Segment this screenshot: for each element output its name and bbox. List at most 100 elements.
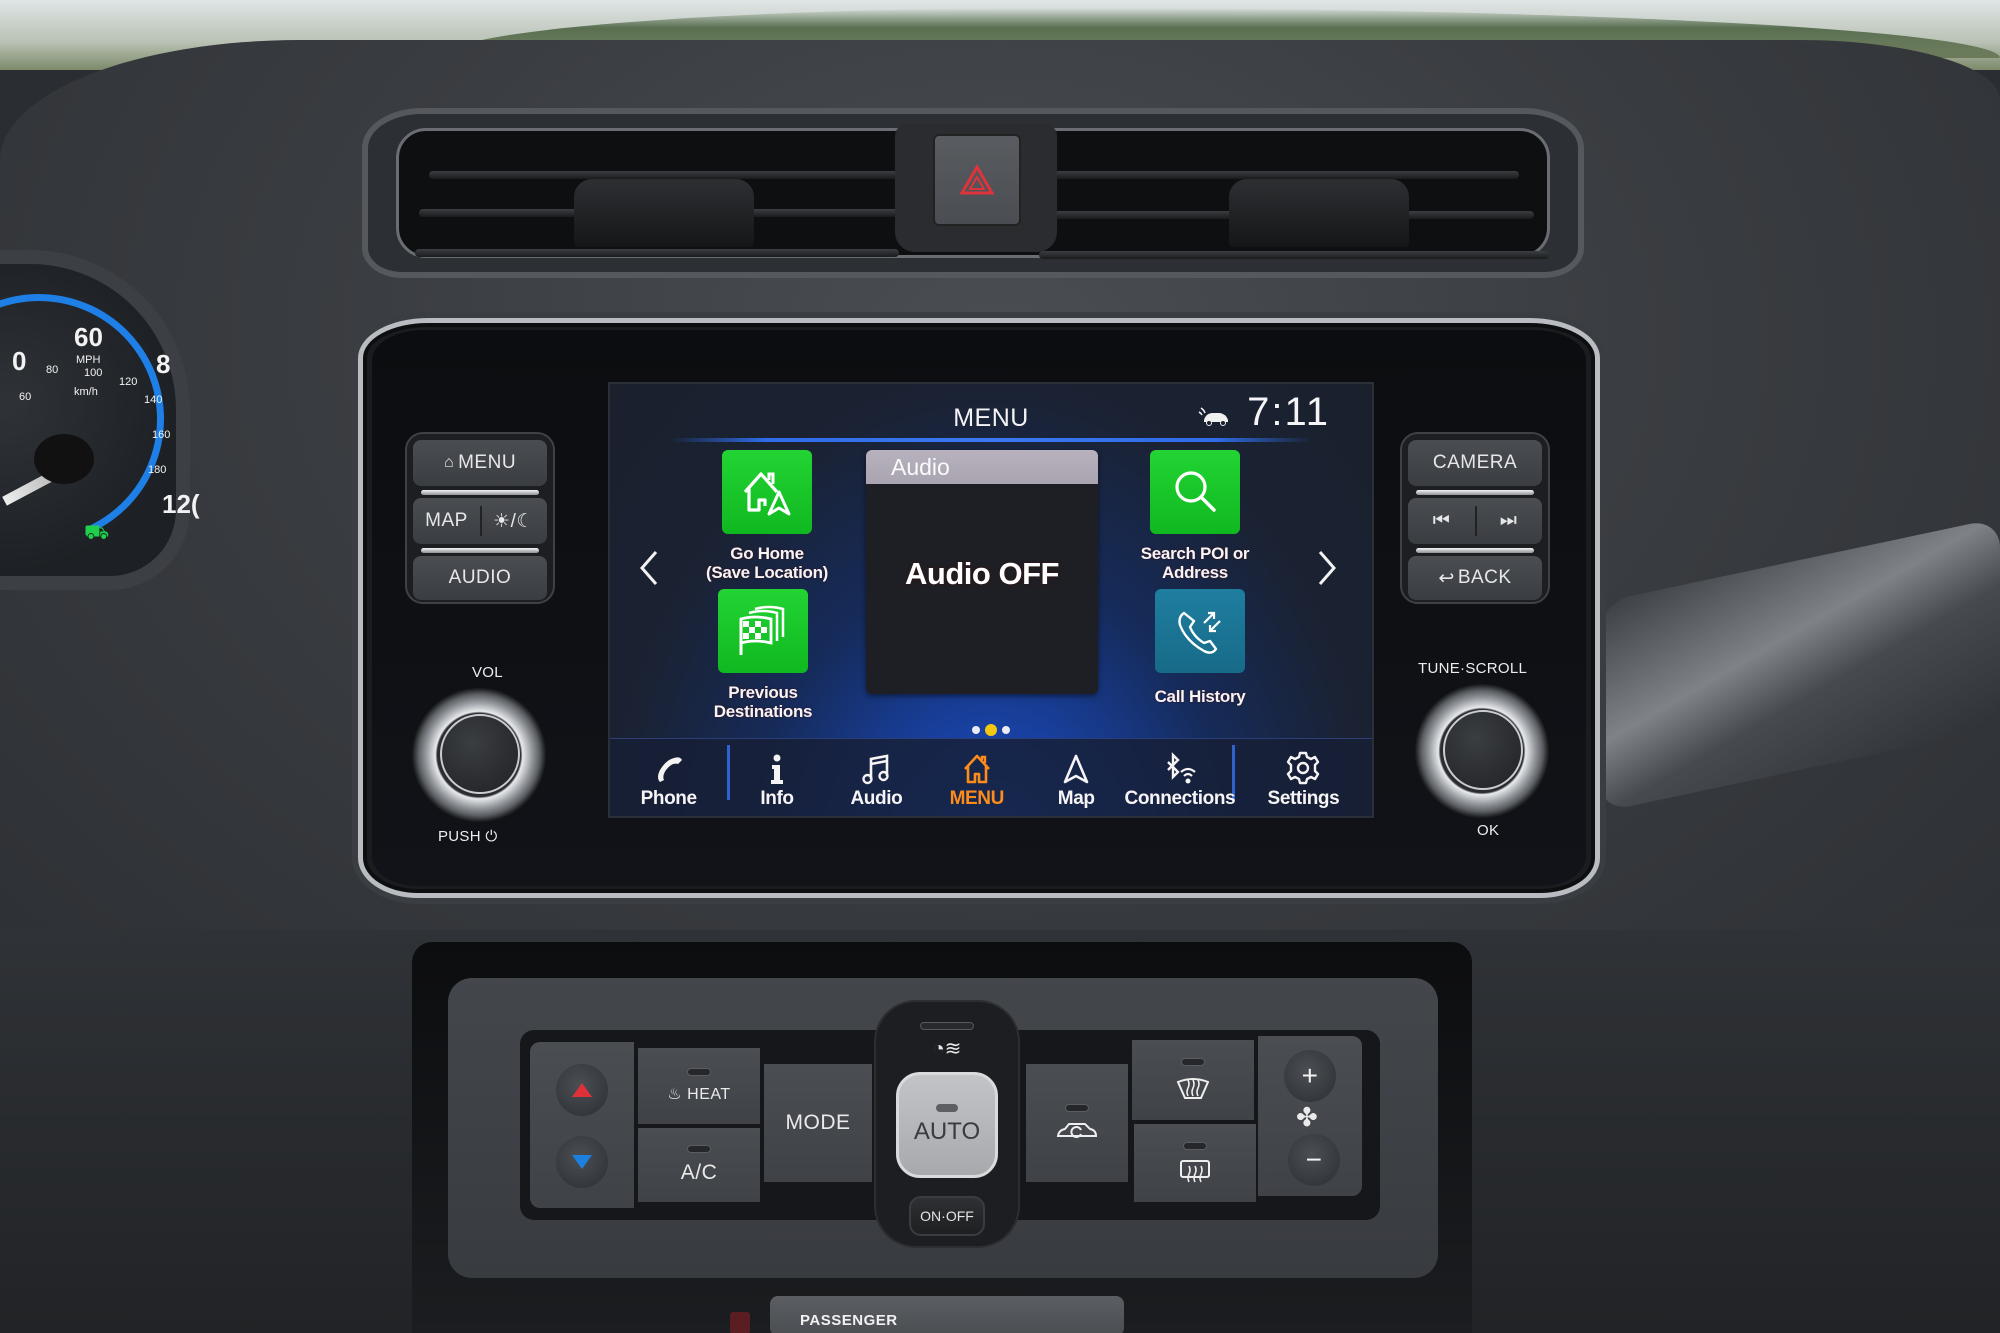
- bar-label: Connections: [1124, 788, 1236, 809]
- call-history-label: Call History: [1115, 687, 1285, 706]
- hw-back-button[interactable]: ↩ BACK: [1408, 556, 1542, 600]
- bar-item-settings[interactable]: Settings: [1235, 739, 1372, 816]
- vent-slat: [1039, 251, 1549, 259]
- temp-down-button[interactable]: [556, 1136, 608, 1188]
- hw-next-track-button[interactable]: ⏭: [1475, 498, 1542, 544]
- search-poi-icon-box: [1150, 450, 1240, 534]
- right-button-group: CAMERA ⏮ ⏭ ↩ BACK: [1400, 432, 1550, 604]
- page-dot-2-active[interactable]: [985, 724, 997, 736]
- go-home-icon-box: [722, 450, 812, 534]
- page-indicator: [610, 724, 1372, 736]
- recirculation-led: [1065, 1104, 1089, 1112]
- search-icon: [1175, 471, 1216, 512]
- chevron-right-icon: [1318, 551, 1336, 585]
- kmh-tick: 60: [19, 391, 32, 403]
- chevron-left-icon: [640, 551, 658, 585]
- needle-hub: [34, 434, 94, 484]
- mode-label: MODE: [785, 1111, 851, 1134]
- hw-audio-label: AUDIO: [448, 567, 512, 588]
- vent-adjuster-right[interactable]: [1229, 179, 1409, 247]
- climate-on-off-button[interactable]: ON·OFF: [909, 1196, 985, 1236]
- mode-button[interactable]: MODE: [764, 1064, 872, 1182]
- bar-item-audio[interactable]: Audio: [824, 739, 929, 816]
- label-line: (Save Location): [705, 563, 829, 582]
- temp-up-button[interactable]: [556, 1064, 608, 1116]
- kmh-tick: 180: [148, 464, 167, 476]
- bar-item-info[interactable]: Info: [730, 739, 823, 816]
- page-dot-3[interactable]: [1002, 726, 1010, 734]
- triangle-down-icon: [572, 1155, 592, 1169]
- vent-slat: [1039, 171, 1519, 179]
- tile-search-poi[interactable]: Search POI or Address: [1110, 450, 1280, 582]
- max-defrost-led: [920, 1022, 974, 1030]
- page-prev-button[interactable]: [632, 544, 666, 592]
- tune-scroll-knob[interactable]: [1415, 684, 1549, 818]
- tile-previous-destinations[interactable]: Previous Destinations: [678, 589, 848, 721]
- rear-defrost-button[interactable]: [1134, 1124, 1256, 1202]
- bar-label: Map: [1057, 788, 1095, 809]
- volume-knob[interactable]: [412, 688, 546, 822]
- passenger-airbag-indicator: PASSENGER: [770, 1296, 1124, 1333]
- hw-menu-label: MENU: [458, 452, 517, 473]
- bluetooth-wifi-icon: [1167, 752, 1196, 784]
- hw-map-button[interactable]: MAP: [413, 498, 480, 544]
- recirculation-button[interactable]: [1026, 1064, 1128, 1182]
- fan-decrease-button[interactable]: −: [1288, 1134, 1340, 1186]
- heat-button[interactable]: ♨ HEAT: [638, 1048, 760, 1124]
- auto-button[interactable]: AUTO: [896, 1072, 998, 1178]
- navigation-arrow-icon: [1063, 754, 1089, 784]
- bar-label: Settings: [1267, 788, 1340, 809]
- auto-indicator-led: [936, 1104, 958, 1112]
- tile-call-history[interactable]: Call History: [1115, 589, 1285, 706]
- label-line: Previous: [728, 683, 798, 702]
- back-arrow-icon: ↩: [1438, 567, 1455, 589]
- kmh-tick: 80: [46, 364, 59, 376]
- front-defrost-led: [1181, 1058, 1205, 1066]
- heat-wave-icon: ♨: [667, 1086, 683, 1103]
- max-defrost-button[interactable]: ◔≋: [924, 1036, 970, 1066]
- tile-go-home[interactable]: Go Home (Save Location): [682, 450, 852, 582]
- triangle-up-icon: [572, 1083, 592, 1097]
- bar-label: Phone: [640, 788, 697, 809]
- hw-menu-button[interactable]: ⌂ MENU: [413, 440, 547, 486]
- home-icon: ⌂: [443, 454, 455, 471]
- volume-knob-cap[interactable]: [440, 714, 520, 794]
- hw-map-label: MAP: [425, 510, 468, 531]
- fan-increase-button[interactable]: +: [1284, 1050, 1336, 1102]
- bar-item-phone[interactable]: Phone: [610, 739, 727, 816]
- vent-adjuster-left[interactable]: [574, 179, 754, 247]
- checkered-flags-icon: [739, 605, 785, 655]
- fan-icon: ✤: [1296, 1102, 1319, 1132]
- passenger-airbag-lamp: [730, 1312, 750, 1333]
- front-defrost-button[interactable]: [1132, 1040, 1254, 1120]
- home-navigate-icon: [743, 472, 791, 516]
- ac-indicator-led: [687, 1145, 711, 1153]
- search-poi-label: Search POI or Address: [1110, 544, 1280, 582]
- ac-button[interactable]: A/C: [638, 1128, 760, 1202]
- bar-label: Info: [760, 788, 794, 809]
- hw-prev-track-button[interactable]: ⏮: [1408, 498, 1475, 544]
- music-note-icon: [862, 754, 890, 785]
- bar-item-map[interactable]: Map: [1024, 739, 1127, 816]
- push-power-label: PUSH ⏻: [438, 828, 498, 845]
- hw-camera-button[interactable]: CAMERA: [1408, 440, 1542, 486]
- audio-status: Audio OFF: [905, 556, 1059, 591]
- clock: 7:11: [1247, 390, 1330, 434]
- minus-icon: −: [1305, 1144, 1323, 1175]
- page-next-button[interactable]: [1310, 544, 1344, 592]
- power-icon: ⏻: [485, 828, 498, 845]
- page-dot-1[interactable]: [972, 726, 980, 734]
- bar-label: Audio: [850, 788, 903, 809]
- mph-tick-partial-bottom: 12(: [162, 489, 200, 519]
- bar-item-menu[interactable]: MENU: [929, 739, 1024, 816]
- bar-item-connections[interactable]: Connections: [1125, 739, 1236, 816]
- tune-scroll-knob-cap[interactable]: [1443, 710, 1523, 790]
- windshield-defrost-icon: [1176, 1078, 1210, 1099]
- audio-widget[interactable]: Audio Audio OFF: [866, 450, 1098, 694]
- mph-unit: MPH: [76, 354, 101, 366]
- rear-defrost-icon: [1180, 1160, 1210, 1183]
- hw-audio-button[interactable]: AUDIO: [413, 556, 547, 600]
- hazard-button[interactable]: [933, 134, 1021, 226]
- hw-map-daynight-row: MAP ☀/☾: [413, 498, 547, 544]
- hw-day-night-button[interactable]: ☀/☾: [480, 498, 547, 544]
